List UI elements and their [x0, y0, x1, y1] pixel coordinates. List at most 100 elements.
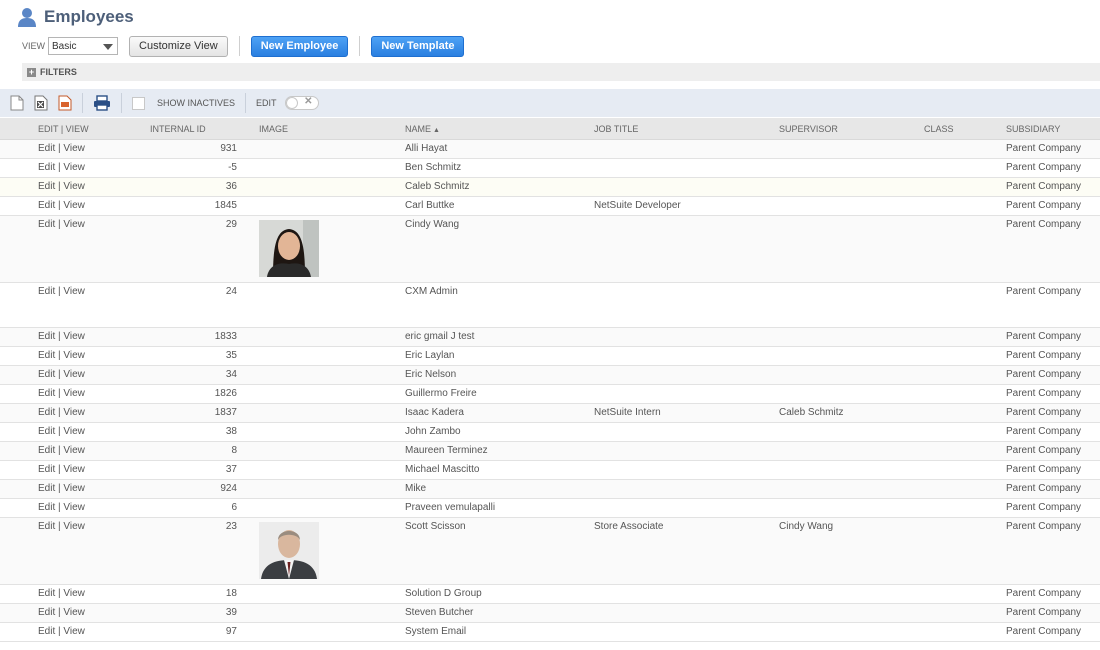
column-header-internal-id[interactable]: INTERNAL ID: [150, 118, 259, 140]
cell-class: [924, 479, 1006, 499]
cell-edit-view[interactable]: Edit | View: [0, 365, 150, 385]
table-row: Edit | View 37 Michael Mascitto Parent Comp…: [0, 460, 1100, 480]
column-header-subsidiary[interactable]: SUBSIDIARY: [1006, 118, 1100, 140]
new-template-button[interactable]: New Template: [371, 35, 465, 57]
cell-job-title: [594, 346, 779, 366]
cell-edit-view[interactable]: Edit | View: [0, 384, 150, 404]
cell-image: [259, 196, 405, 216]
table-row: Edit | View 24 CXM Admin Parent Company: [0, 282, 1100, 328]
table-row: Edit | View 34 Eric Nelson Parent Company: [0, 365, 1100, 385]
cell-image: [259, 139, 405, 159]
cell-supervisor: Caleb Schmitz: [779, 403, 924, 423]
cell-edit-view[interactable]: Edit | View: [0, 517, 150, 585]
cell-name: Isaac Kadera: [405, 403, 594, 423]
cell-internal-id: 29: [150, 215, 259, 283]
cell-supervisor: [779, 498, 924, 518]
cell-edit-view[interactable]: Edit | View: [0, 177, 150, 197]
cell-image: [259, 498, 405, 518]
cell-subsidiary: Parent Company: [1006, 346, 1100, 366]
cell-name: Alli Hayat: [405, 139, 594, 159]
cell-class: [924, 158, 1006, 178]
cell-job-title: [594, 422, 779, 442]
cell-subsidiary: Parent Company: [1006, 177, 1100, 197]
cell-class: [924, 177, 1006, 197]
cell-subsidiary: Parent Company: [1006, 158, 1100, 178]
table-row: Edit | View 18 Solution D Group Parent Comp…: [0, 584, 1100, 604]
cell-edit-view[interactable]: Edit | View: [0, 498, 150, 518]
cell-name: Praveen vemulapalli: [405, 498, 594, 518]
cell-image: [259, 479, 405, 499]
cell-edit-view[interactable]: Edit | View: [0, 346, 150, 366]
cell-edit-view[interactable]: Edit | View: [0, 215, 150, 283]
cell-job-title: [594, 327, 779, 347]
table-row: Edit | View 39 Steven Butcher Parent Compan…: [0, 603, 1100, 623]
cell-edit-view[interactable]: Edit | View: [0, 158, 150, 178]
cell-supervisor: [779, 603, 924, 623]
cell-job-title: [594, 365, 779, 385]
cell-supervisor: [779, 584, 924, 604]
cell-subsidiary: Parent Company: [1006, 517, 1100, 585]
table-row: Edit | View -5 Ben Schmitz Parent Company: [0, 158, 1100, 178]
cell-edit-view[interactable]: Edit | View: [0, 479, 150, 499]
customize-view-button[interactable]: Customize View: [129, 35, 228, 57]
sort-ascending-icon: ▲: [431, 126, 440, 134]
cell-edit-view[interactable]: Edit | View: [0, 403, 150, 423]
expand-plus-icon[interactable]: +: [27, 67, 36, 77]
table-row: Edit | View 924 Mike Parent Company: [0, 479, 1100, 499]
cell-subsidiary: Parent Company: [1006, 365, 1100, 385]
cell-edit-view[interactable]: Edit | View: [0, 282, 150, 328]
export-excel-icon[interactable]: [34, 95, 48, 111]
cell-class: [924, 403, 1006, 423]
cell-internal-id: 1837: [150, 403, 259, 423]
cell-subsidiary: Parent Company: [1006, 584, 1100, 604]
cell-edit-view[interactable]: Edit | View: [0, 196, 150, 216]
cell-supervisor: [779, 215, 924, 283]
print-icon[interactable]: [93, 95, 111, 111]
cell-edit-view[interactable]: Edit | View: [0, 622, 150, 642]
cell-subsidiary: Parent Company: [1006, 498, 1100, 518]
cell-subsidiary: Parent Company: [1006, 384, 1100, 404]
filters-bar[interactable]: + FILTERS: [22, 63, 1100, 81]
cell-supervisor: [779, 365, 924, 385]
cell-internal-id: 34: [150, 365, 259, 385]
cell-edit-view[interactable]: Edit | View: [0, 441, 150, 461]
export-csv-icon[interactable]: [10, 95, 24, 111]
cell-edit-view[interactable]: Edit | View: [0, 139, 150, 159]
cell-supervisor: [779, 384, 924, 404]
cell-edit-view[interactable]: Edit | View: [0, 327, 150, 347]
cell-class: [924, 517, 1006, 585]
column-header-class[interactable]: CLASS: [924, 118, 1006, 140]
new-employee-button[interactable]: New Employee: [250, 35, 349, 57]
table-row: Edit | View 35 Eric Laylan Parent Company: [0, 346, 1100, 366]
cell-edit-view[interactable]: Edit | View: [0, 460, 150, 480]
cell-internal-id: 39: [150, 603, 259, 623]
divider: [245, 93, 247, 113]
cell-job-title: [594, 282, 779, 328]
cell-subsidiary: Parent Company: [1006, 215, 1100, 283]
cell-class: [924, 622, 1006, 642]
table-row: Edit | View 38 John Zambo Parent Company: [0, 422, 1100, 442]
cell-job-title: NetSuite Intern: [594, 403, 779, 423]
column-header-supervisor[interactable]: SUPERVISOR: [779, 118, 924, 140]
cell-job-title: NetSuite Developer: [594, 196, 779, 216]
edit-mode-toggle[interactable]: ✕: [284, 96, 319, 110]
view-select[interactable]: Basic: [48, 37, 119, 55]
cell-image: [259, 622, 405, 642]
cell-internal-id: 931: [150, 139, 259, 159]
show-inactives-checkbox[interactable]: [132, 96, 145, 110]
cell-name: eric gmail J test: [405, 327, 594, 347]
cell-edit-view[interactable]: Edit | View: [0, 603, 150, 623]
cell-edit-view[interactable]: Edit | View: [0, 584, 150, 604]
column-header-name[interactable]: NAME ▲: [405, 118, 594, 140]
cell-subsidiary: Parent Company: [1006, 403, 1100, 423]
cell-job-title: [594, 177, 779, 197]
cell-name: Caleb Schmitz: [405, 177, 594, 197]
cell-name: Maureen Terminez: [405, 441, 594, 461]
column-header-image[interactable]: IMAGE: [259, 118, 405, 140]
divider: [121, 93, 122, 113]
cell-edit-view[interactable]: Edit | View: [0, 422, 150, 442]
cell-internal-id: 1826: [150, 384, 259, 404]
export-pdf-icon[interactable]: [58, 95, 72, 111]
column-header-job-title[interactable]: JOB TITLE: [594, 118, 779, 140]
cell-name: Ben Schmitz: [405, 158, 594, 178]
